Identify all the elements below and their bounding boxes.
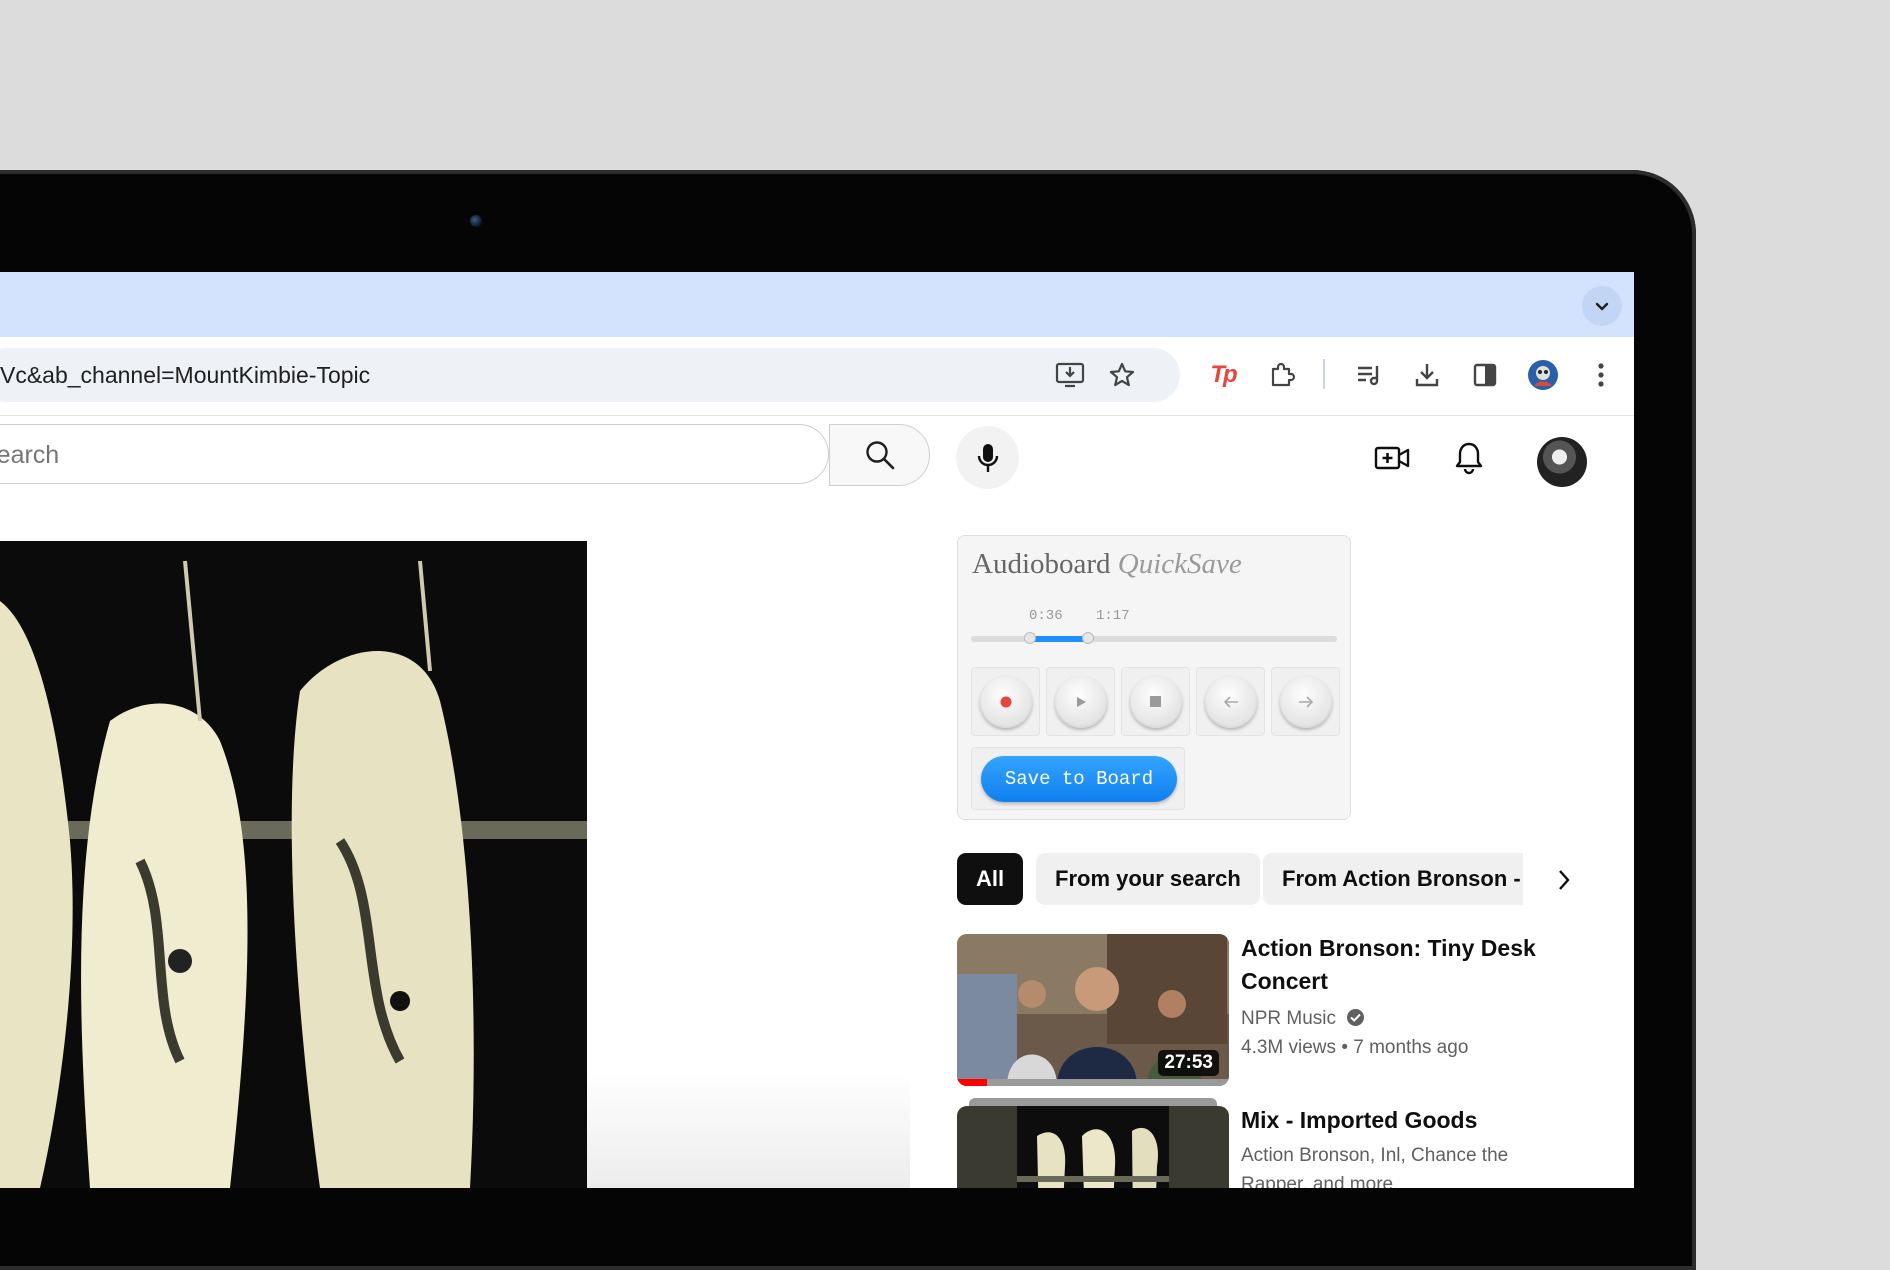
create-video-icon <box>1374 446 1410 470</box>
tp-extension-label: Tp <box>1210 361 1237 388</box>
arrow-left-icon <box>1223 695 1238 708</box>
channel-name-row[interactable]: NPR Music <box>1241 1008 1365 1030</box>
reading-list-icon[interactable] <box>1349 355 1389 395</box>
video-player[interactable] <box>0 541 587 1188</box>
tab-search-button[interactable] <box>1582 286 1622 326</box>
voice-search-button[interactable] <box>956 426 1019 489</box>
bookmark-star-icon[interactable] <box>1102 355 1142 395</box>
save-to-board-button[interactable]: Save to Board <box>981 756 1177 802</box>
record-button[interactable] <box>971 667 1040 736</box>
notifications-bell-icon <box>1455 442 1483 475</box>
clip-start-handle[interactable] <box>1023 632 1036 644</box>
notifications-button[interactable] <box>1449 438 1489 478</box>
clip-end-time: 1:17 <box>1096 608 1130 624</box>
view-count: 4.3M views <box>1241 1037 1337 1058</box>
browser-window: Vc&ab_channel=MountKimbie-Topic Tp earch… <box>0 272 1634 1188</box>
mix-title[interactable]: Mix - Imported Goods <box>1241 1104 1541 1137</box>
chips-next-button[interactable] <box>1546 862 1582 898</box>
record-icon <box>1000 696 1011 707</box>
clip-range-fill <box>1029 636 1089 642</box>
upload-age: 7 months ago <box>1353 1037 1469 1058</box>
chip-overflow: From Action Bronson - T <box>1263 853 1523 905</box>
mix-thumbnail[interactable] <box>957 1106 1229 1188</box>
stop-button[interactable] <box>1121 667 1190 736</box>
video-frame <box>0 541 587 1188</box>
chip-from-your-search[interactable]: From your search <box>1036 853 1260 905</box>
search-icon <box>865 441 894 470</box>
search-button[interactable] <box>829 424 930 486</box>
account-avatar[interactable] <box>1537 437 1587 487</box>
mix-stack-edge <box>969 1098 1217 1106</box>
webcam <box>470 215 482 227</box>
clip-end-handle[interactable] <box>1082 632 1095 644</box>
play-icon <box>1076 696 1086 707</box>
create-video-button[interactable] <box>1372 438 1412 478</box>
video-fade <box>587 1072 910 1188</box>
channel-name[interactable]: NPR Music <box>1241 1008 1336 1029</box>
profile-avatar[interactable] <box>1523 355 1563 395</box>
clip-range-slider[interactable] <box>971 632 1337 644</box>
search-input[interactable]: Search <box>0 424 829 484</box>
video-duration: 27:53 <box>1158 1050 1219 1076</box>
play-button[interactable] <box>1046 667 1115 736</box>
tab-strip <box>0 272 1634 337</box>
audioboard-title-text: Audioboard <box>972 548 1111 580</box>
recommendation-title[interactable]: Action Bronson: Tiny Desk Concert <box>1241 932 1541 998</box>
audioboard-quicksave-panel: Audioboard QuickSave 0:36 1:17 Save to B… <box>957 535 1351 820</box>
video-stats: 4.3M views • 7 months ago <box>1241 1037 1468 1059</box>
stop-icon <box>1150 696 1161 707</box>
extensions-puzzle-icon[interactable] <box>1262 355 1302 395</box>
side-panel-icon[interactable] <box>1465 355 1505 395</box>
verified-badge-icon <box>1347 1009 1365 1026</box>
install-app-icon[interactable] <box>1050 355 1090 395</box>
back-button[interactable] <box>1196 667 1265 736</box>
address-bar[interactable]: Vc&ab_channel=MountKimbie-Topic <box>0 348 1180 402</box>
mix-artists-line2: Rapper, and more <box>1241 1174 1394 1188</box>
downloads-icon[interactable] <box>1407 355 1447 395</box>
meta-dot: • <box>1341 1037 1354 1058</box>
audioboard-title-italic: QuickSave <box>1117 548 1242 580</box>
mix-thumbnail-image <box>957 1106 1229 1188</box>
chevron-down-icon <box>1595 302 1609 311</box>
forward-button[interactable] <box>1271 667 1340 736</box>
arrow-right-icon <box>1298 695 1313 708</box>
chevron-right-icon <box>1559 870 1570 890</box>
chip-all[interactable]: All <box>957 853 1024 905</box>
tp-extension-icon[interactable]: Tp <box>1203 355 1243 395</box>
url-text[interactable]: Vc&ab_channel=MountKimbie-Topic <box>0 348 370 402</box>
save-button-well: Save to Board <box>971 747 1185 810</box>
recommendation-thumbnail[interactable]: 27:53 <box>957 934 1229 1086</box>
toolbar-separator <box>1323 359 1325 389</box>
browser-toolbar: Vc&ab_channel=MountKimbie-Topic Tp <box>0 337 1634 416</box>
search-placeholder: Search <box>0 441 60 469</box>
clip-start-time: 0:36 <box>1029 608 1063 624</box>
mix-artists-line1: Action Bronson, Inl, Chance the <box>1241 1145 1509 1166</box>
mic-icon <box>977 443 998 472</box>
kebab-menu-icon[interactable] <box>1581 355 1621 395</box>
chip-from-action-bronson[interactable]: From Action Bronson - T <box>1263 853 1523 905</box>
audioboard-title: Audioboard QuickSave <box>972 548 1242 581</box>
